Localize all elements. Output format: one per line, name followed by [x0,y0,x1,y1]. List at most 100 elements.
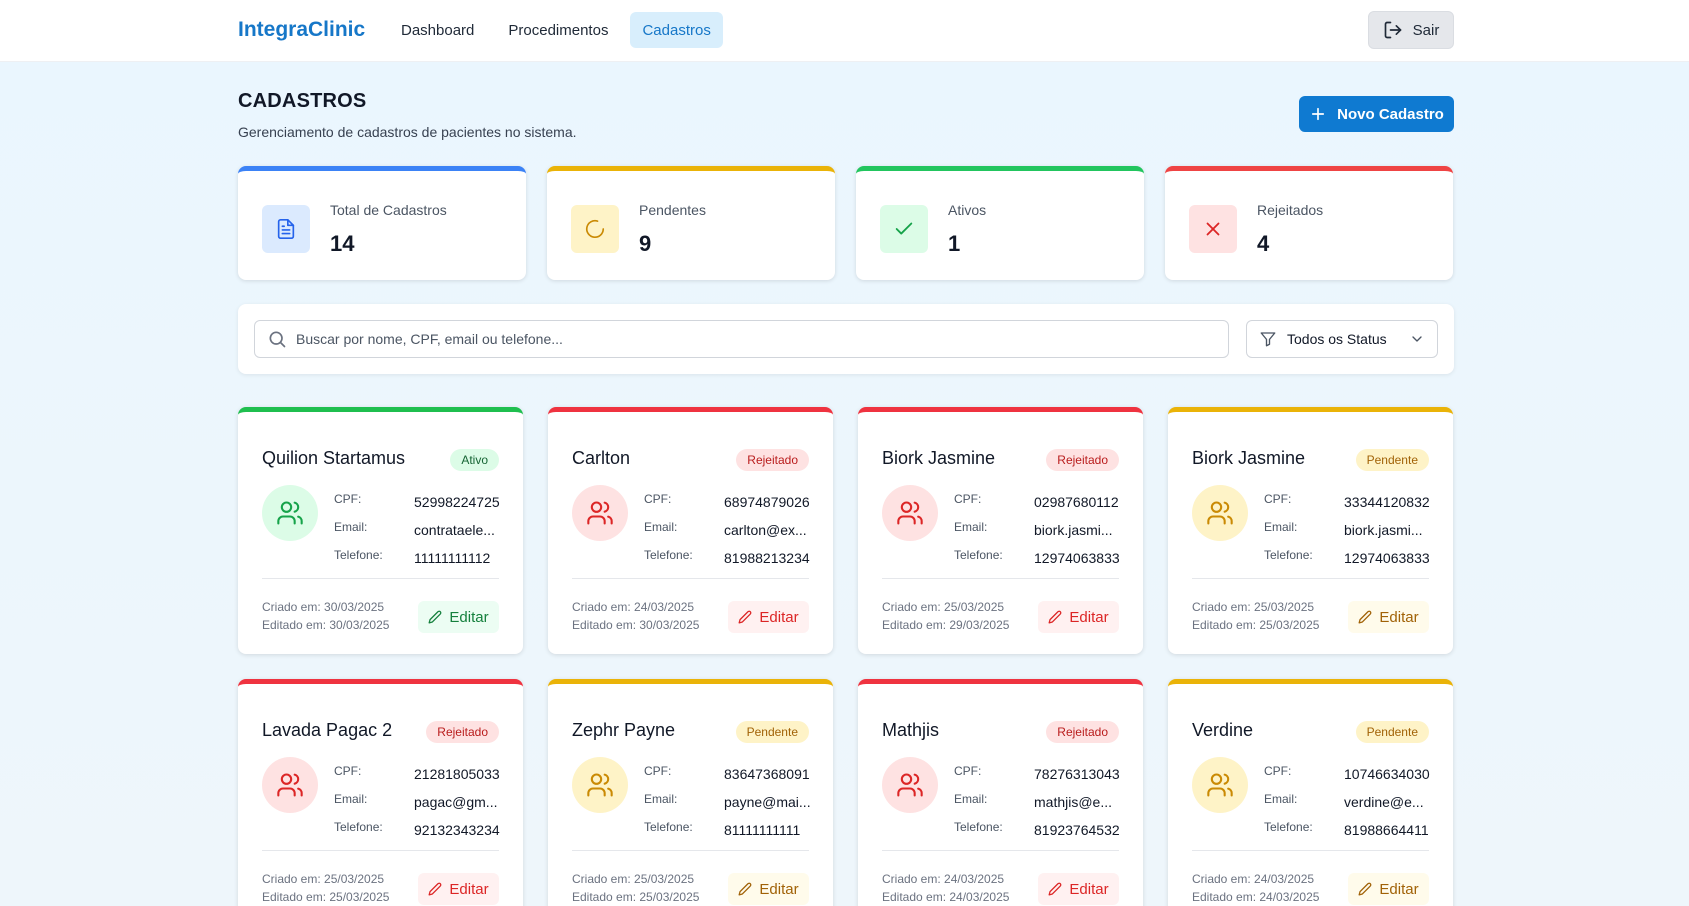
brand-logo[interactable]: IntegraClinic [238,18,365,42]
divider [1192,578,1429,579]
edit-button[interactable]: Editar [418,601,499,633]
cpf-value: 52998224725 [414,494,500,510]
pencil-icon [1048,610,1062,624]
created-date: Criado em: 30/03/2025 [262,600,385,614]
edited-date: Editado em: 24/03/2025 [882,890,1010,904]
patient-card: Biork Jasmine Pendente CPF: 33344120832 … [1168,407,1453,654]
pencil-icon [428,882,442,896]
page-subtitle: Gerenciamento de cadastros de pacientes … [238,124,577,140]
phone-label: Telefone: [954,820,1003,834]
users-icon [277,501,303,525]
created-date: Criado em: 25/03/2025 [1192,600,1315,614]
edit-button[interactable]: Editar [1038,601,1119,633]
edit-button[interactable]: Editar [1348,601,1429,633]
status-filter-select[interactable]: Todos os Status [1246,320,1438,358]
edit-label: Editar [449,880,489,898]
patient-name: Verdine [1192,720,1254,740]
created-date: Criado em: 24/03/2025 [1192,872,1315,886]
phone-label: Telefone: [644,548,693,562]
edited-date: Editado em: 30/03/2025 [572,618,700,632]
status-filter-value: Todos os Status [1287,331,1387,347]
cpf-value: 68974879026 [724,494,810,510]
email-label: Email: [954,792,988,806]
phone-label: Telefone: [1264,820,1313,834]
users-icon [897,773,923,797]
nav-item-procedimentos[interactable]: Procedimentos [496,12,620,48]
logout-label: Sair [1412,21,1440,39]
edit-button[interactable]: Editar [418,873,499,905]
status-badge: Pendente [1355,449,1429,471]
nav-item-dashboard[interactable]: Dashboard [389,12,486,48]
email-label: Email: [1264,792,1298,806]
email-value: contrataele... [414,522,495,538]
stats-row: Total de Cadastros 14 Pendentes 9 Ativos… [238,166,1453,280]
patient-card: Lavada Pagac 2 Rejeitado CPF: 2128180503… [238,679,523,906]
logout-button[interactable]: Sair [1368,11,1454,49]
x-icon [1206,222,1220,236]
email-label: Email: [644,520,678,534]
new-registration-label: Novo Cadastro [1337,105,1444,123]
created-date: Criado em: 25/03/2025 [882,600,1005,614]
chevron-down-icon [1412,336,1422,342]
filter-icon [1260,332,1276,347]
edit-label: Editar [449,608,489,626]
divider [572,850,809,851]
stat-icon-box [262,205,310,253]
cpf-value: 10746634030 [1344,766,1430,782]
users-icon [587,501,613,525]
patient-name: Biork Jasmine [1192,448,1306,468]
created-date: Criado em: 25/03/2025 [262,872,385,886]
stat-value: 4 [1257,231,1270,256]
avatar [572,757,628,813]
patient-name: Lavada Pagac 2 [262,720,393,740]
patient-card: Quilion Startamus Ativo CPF: 52998224725… [238,407,523,654]
patient-name: Biork Jasmine [882,448,996,468]
check-icon [895,222,913,235]
email-value: pagac@gm... [414,794,498,810]
stat-card-rejeitados: Rejeitados 4 [1165,166,1453,280]
cpf-value: 02987680112 [1034,494,1119,510]
edit-button[interactable]: Editar [1348,873,1429,905]
cpf-label: CPF: [334,492,362,506]
avatar [882,485,938,541]
document-icon [277,219,295,239]
patient-card: Mathjis Rejeitado CPF: 78276313043 Email… [858,679,1143,906]
filter-bar: Todos os Status [238,304,1454,374]
status-badge: Rejeitado [426,721,499,743]
plus-icon [1312,107,1325,121]
avatar [262,485,318,541]
cpf-value: 33344120832 [1344,494,1430,510]
search-icon [269,331,286,348]
pencil-icon [1358,882,1372,896]
divider [262,578,499,579]
cpf-value: 83647368091 [724,766,810,782]
edited-date: Editado em: 25/03/2025 [572,890,700,904]
divider [882,578,1119,579]
email-value: biork.jasmi... [1034,522,1113,538]
cpf-label: CPF: [1264,492,1292,506]
loader-icon [585,219,605,238]
created-date: Criado em: 24/03/2025 [882,872,1005,886]
search-input[interactable] [296,331,1228,347]
edit-button[interactable]: Editar [728,873,809,905]
phone-value: 12974063833 [1344,550,1430,566]
cpf-label: CPF: [644,492,672,506]
cpf-label: CPF: [954,492,982,506]
pencil-icon [1358,610,1372,624]
users-icon [1207,501,1233,525]
stat-icon-box [571,205,619,253]
phone-label: Telefone: [334,548,383,562]
edit-label: Editar [759,880,799,898]
email-value: verdine@e... [1344,794,1424,810]
users-icon [1207,773,1233,797]
edited-date: Editado em: 24/03/2025 [1192,890,1320,904]
nav-item-cadastros[interactable]: Cadastros [630,12,723,48]
new-registration-button[interactable]: Novo Cadastro [1299,96,1454,132]
created-date: Criado em: 25/03/2025 [572,872,695,886]
edited-date: Editado em: 29/03/2025 [882,618,1010,632]
edit-button[interactable]: Editar [728,601,809,633]
edit-button[interactable]: Editar [1038,873,1119,905]
edit-label: Editar [1069,880,1109,898]
email-label: Email: [1264,520,1298,534]
avatar [262,757,318,813]
